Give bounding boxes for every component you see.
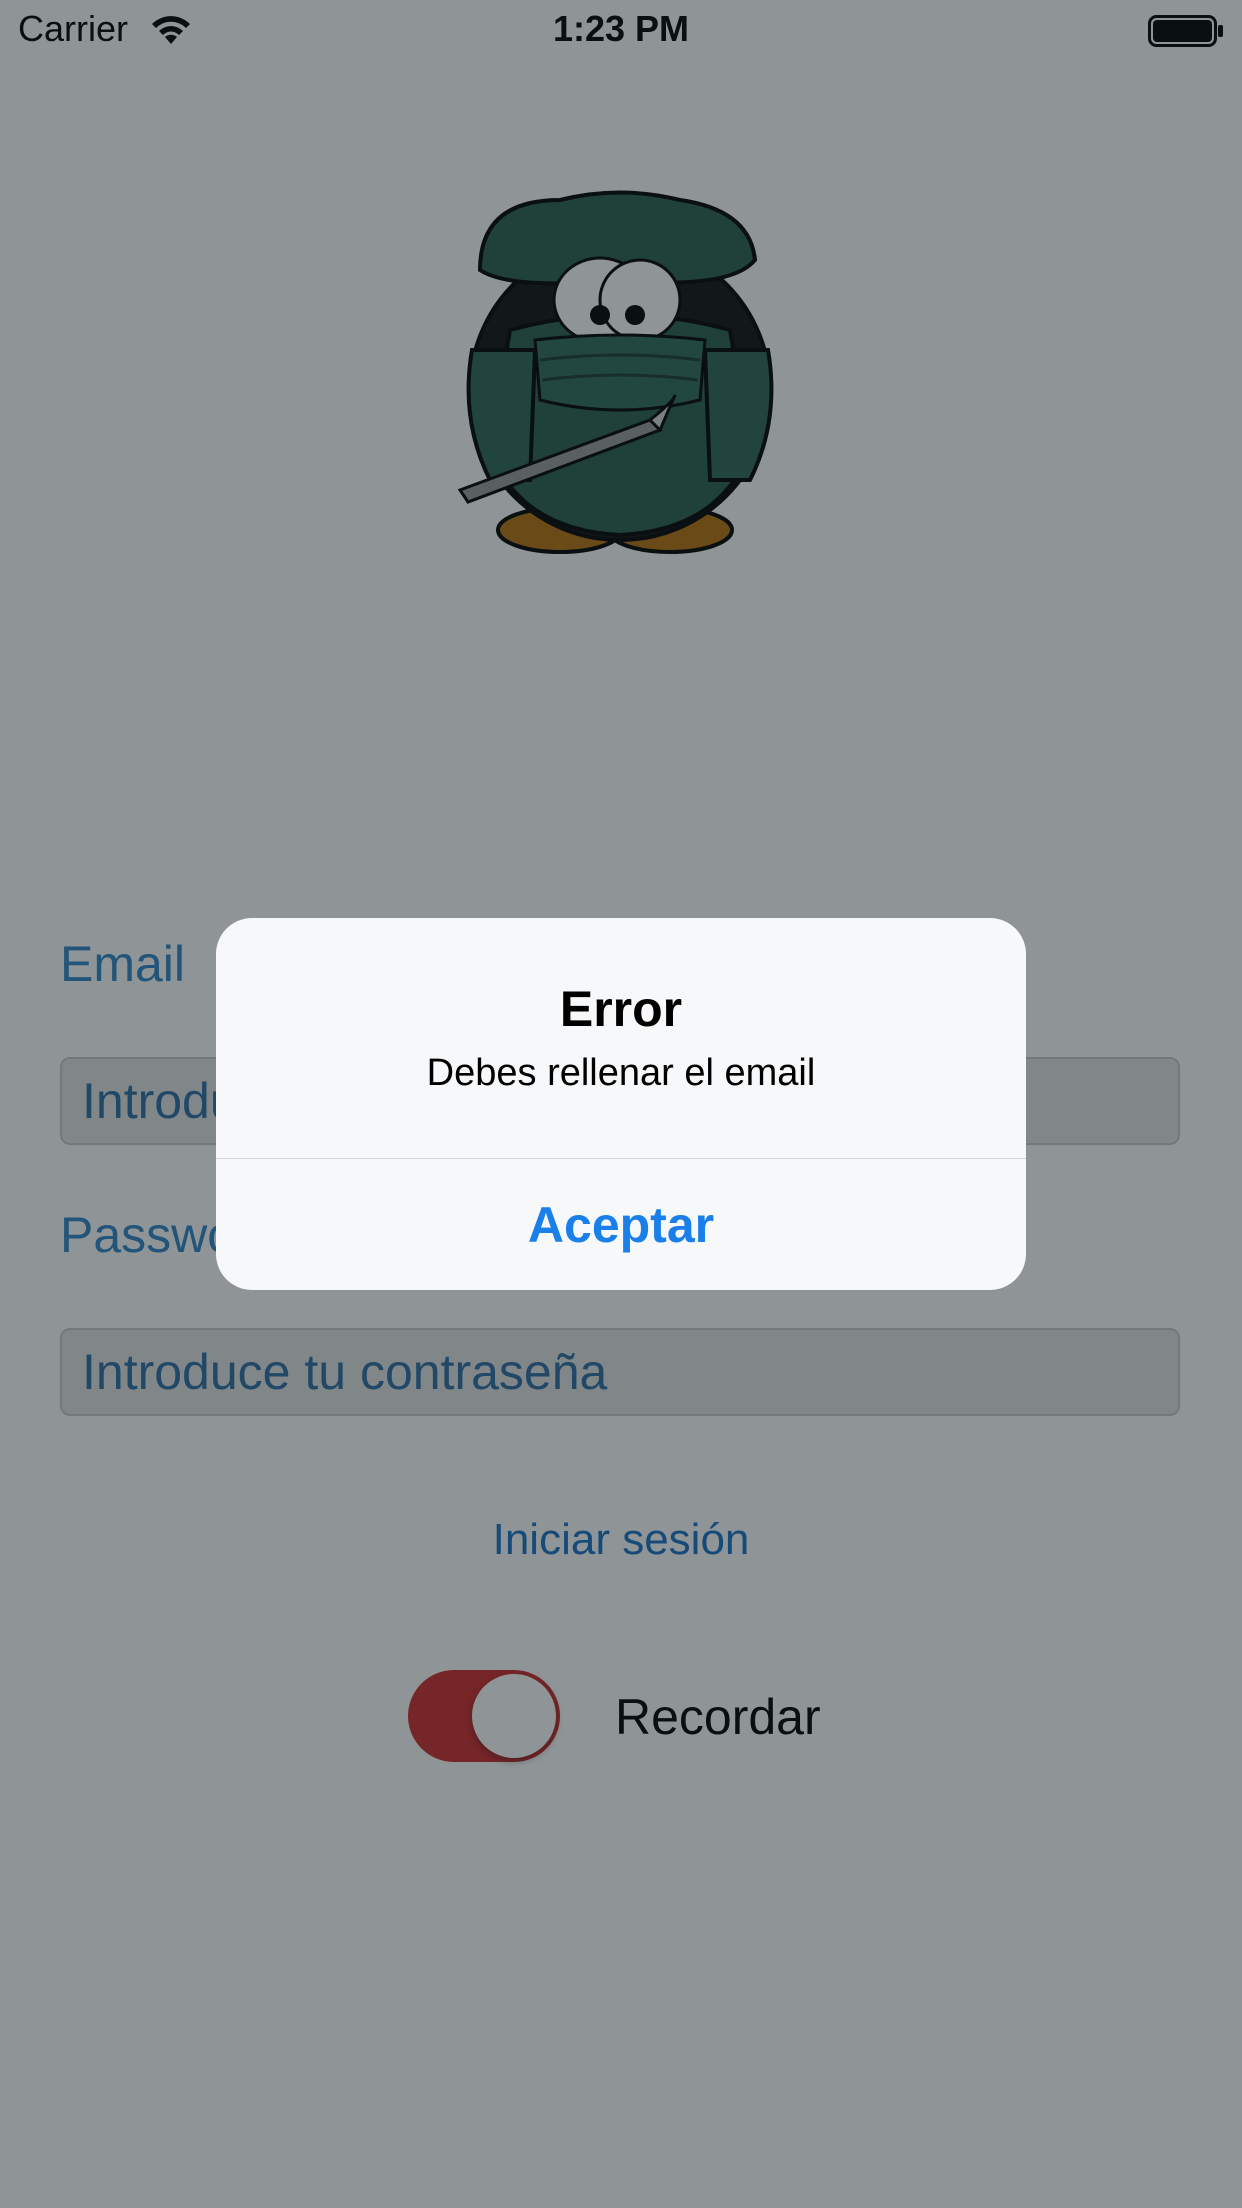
accept-button[interactable]: Aceptar <box>216 1159 1026 1290</box>
alert-title: Error <box>559 981 683 1037</box>
error-alert: Error Debes rellenar el email Aceptar <box>216 918 1026 1290</box>
alert-message: Debes rellenar el email <box>426 1052 816 1094</box>
